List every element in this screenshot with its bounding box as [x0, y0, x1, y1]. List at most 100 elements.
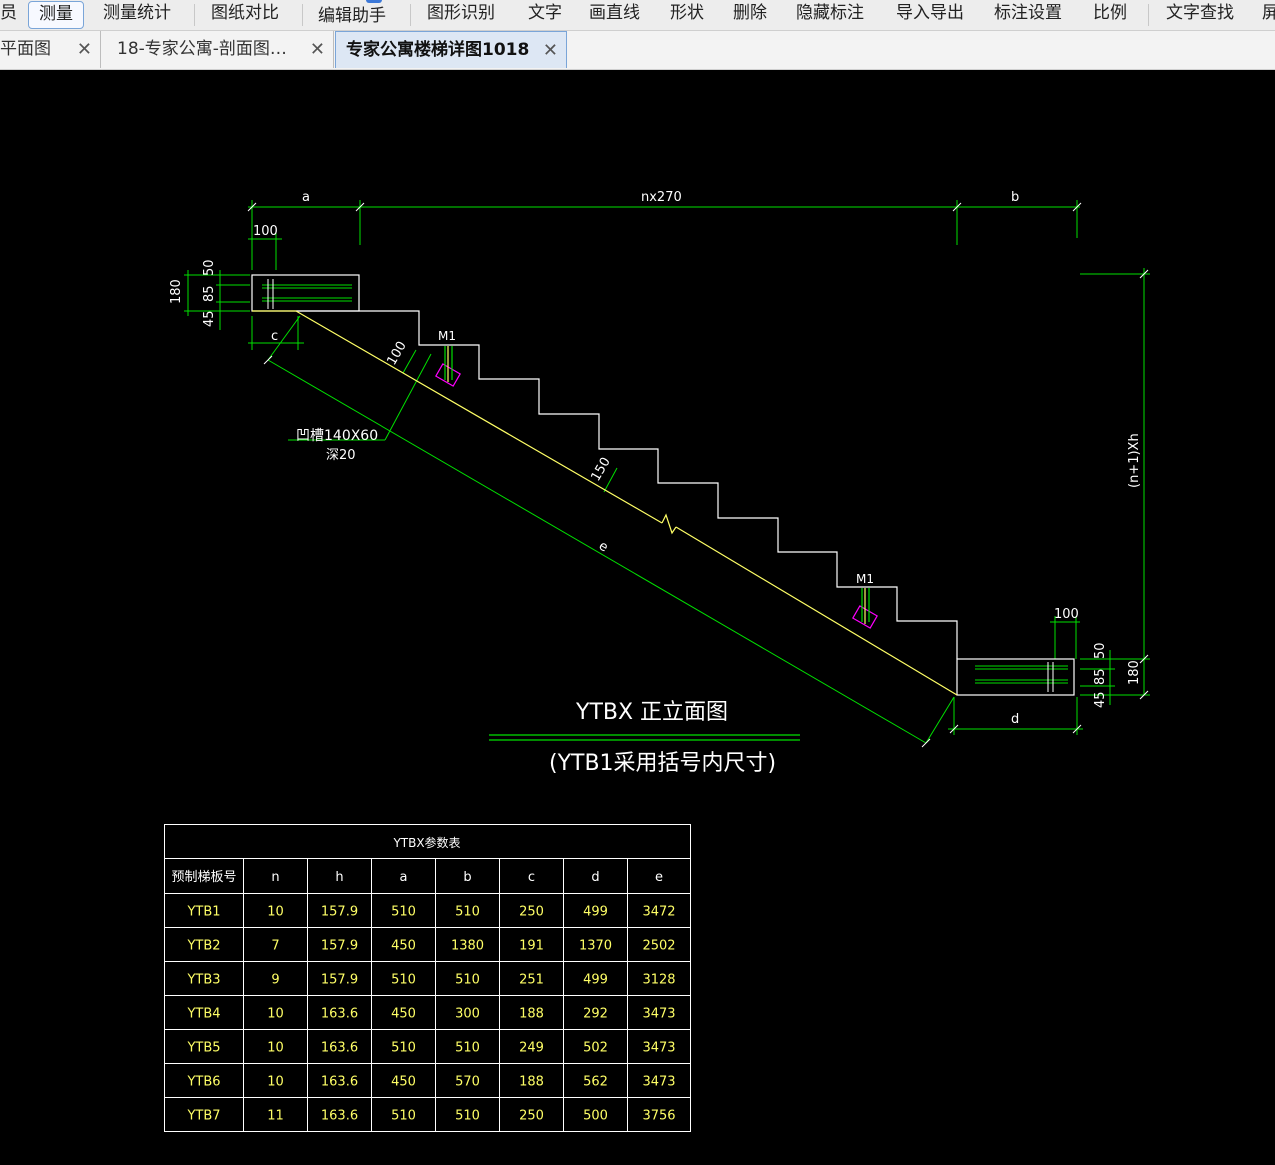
dim-d: d	[1011, 712, 1019, 727]
table-title: YTBX参数表	[392, 835, 460, 850]
close-icon[interactable]: ✕	[543, 32, 558, 69]
dimension-ticks	[247, 202, 1149, 748]
label-groove-depth: 深20	[326, 448, 356, 463]
table-cell: YTB7	[186, 1109, 220, 1124]
tab-label: 18-专家公寓-剖面图…	[117, 39, 287, 59]
table-cell: 3756	[642, 1109, 675, 1124]
toolbar-separator	[302, 4, 303, 26]
table-cell: 499	[583, 905, 608, 920]
table-cell: 163.6	[321, 1075, 358, 1090]
embed-m1-top	[435, 346, 461, 387]
toolbar-separator	[194, 4, 195, 26]
dim-85-left: 85	[202, 285, 217, 302]
dimension-lines	[184, 200, 1150, 744]
toolbar-compare-button[interactable]: 图纸对比	[211, 0, 279, 30]
dim-50-left: 50	[202, 259, 217, 276]
toolbar-import-export-button[interactable]: 导入导出	[896, 0, 964, 30]
table-cell: YTB4	[186, 1007, 220, 1022]
table-cell: 3473	[642, 1007, 675, 1022]
table-cell: 157.9	[321, 939, 358, 954]
dim-45-left: 45	[202, 310, 217, 327]
stair-steps	[359, 310, 958, 659]
table-cell: 11	[267, 1109, 284, 1124]
toolbar-scale-button[interactable]: 比例	[1093, 0, 1127, 30]
table-cell: 450	[391, 1075, 416, 1090]
table-cell: 300	[455, 1007, 480, 1022]
table-cell: 163.6	[321, 1007, 358, 1022]
cad-drawing: a nx270 b 100 50 180 85 45 c 100 M1 凹槽14…	[164, 190, 1150, 1132]
label-groove: 凹槽140X60	[296, 428, 378, 444]
toolbar-edit-assistant-button[interactable]: 编辑助手	[318, 3, 386, 30]
dim-a: a	[302, 190, 310, 205]
drawing-subtitle: (YTB1采用括号内尺寸)	[549, 751, 776, 776]
bottom-landing	[956, 658, 1075, 696]
dim-45-right: 45	[1093, 691, 1108, 708]
table-cell: YTB6	[186, 1075, 220, 1090]
table-cell: 450	[391, 939, 416, 954]
dimension-labels: a nx270 b 100 50 180 85 45 c 100 M1 凹槽14…	[169, 190, 1142, 727]
stair-slab	[252, 310, 958, 696]
tab-floor-plan[interactable]: 平面图 ✕	[0, 31, 101, 68]
toolbar-delete-button[interactable]: 删除	[733, 0, 767, 30]
table-cell: 510	[455, 973, 480, 988]
table-cell: 163.6	[321, 1109, 358, 1124]
table-header-cell: b	[463, 870, 471, 885]
table-header-cell: n	[271, 870, 279, 885]
toolbar-separator	[1148, 4, 1149, 26]
table-header-cell: 预制梯板号	[171, 870, 236, 885]
table-cell: 163.6	[321, 1041, 358, 1056]
tab-stair-detail[interactable]: 专家公寓楼梯详图1018 ✕	[335, 31, 567, 68]
table-cell: 157.9	[321, 973, 358, 988]
table-header-cell: e	[655, 870, 663, 885]
toolbar-separator	[410, 4, 411, 26]
table-cell: YTB1	[186, 905, 220, 920]
table-cell: 570	[455, 1075, 480, 1090]
table-cell: 499	[583, 973, 608, 988]
toolbar-text-button[interactable]: 文字	[528, 0, 562, 30]
tab-section-drawing[interactable]: 18-专家公寓-剖面图… ✕	[101, 31, 334, 68]
toolbar-hide-annotation-button[interactable]: 隐藏标注	[796, 0, 864, 30]
toolbar-text-search-button[interactable]: 文字查找	[1166, 0, 1234, 30]
table-cell: 249	[519, 1041, 544, 1056]
toolbar-item-member[interactable]: 员	[0, 0, 17, 30]
toolbar-draw-line-button[interactable]: 画直线	[589, 0, 640, 30]
toolbar-screen-button[interactable]: 屏	[1262, 0, 1275, 30]
table-cell: 3473	[642, 1075, 675, 1090]
table-header-cell: d	[591, 870, 599, 885]
table-header-cell: h	[335, 870, 343, 885]
toolbar-measure-stats-button[interactable]: 测量统计	[103, 0, 171, 30]
table-cell: 250	[519, 905, 544, 920]
embed-m1-bottom	[852, 588, 878, 629]
dim-150: 150	[588, 455, 613, 484]
table-cell: 500	[583, 1109, 608, 1124]
drawing-title: YTBX 正立面图	[575, 700, 728, 725]
table-cell: 3473	[642, 1041, 675, 1056]
table-cell: 10	[267, 1041, 284, 1056]
table-cell: 10	[267, 905, 284, 920]
table-cell: YTB3	[186, 973, 220, 988]
table-cell: YTB5	[186, 1041, 220, 1056]
parameter-table: YTBX参数表 预制梯板号 n h a b c d e YTB1 10 157.9 510 510 250…	[164, 824, 691, 1132]
toolbar-annotation-settings-button[interactable]: 标注设置	[994, 0, 1062, 30]
table-cell: 191	[519, 939, 544, 954]
dim-c: c	[271, 329, 278, 344]
close-icon[interactable]: ✕	[77, 31, 92, 68]
table-header-cell: c	[528, 870, 535, 885]
toolbar-shape-recognize-button[interactable]: 图形识别	[427, 0, 495, 30]
table-cell: 10	[267, 1075, 284, 1090]
table-cell: 188	[519, 1007, 544, 1022]
dim-180-right: 180	[1127, 660, 1142, 685]
dim-e: e	[596, 538, 610, 555]
bottom-landing-rebar	[975, 662, 1068, 692]
dim-nx270: nx270	[641, 190, 682, 205]
table-cell: 7	[271, 939, 279, 954]
toolbar-shape-button[interactable]: 形状	[670, 0, 704, 30]
toolbar-measure-button[interactable]: 测量	[28, 1, 84, 29]
table-cell: 510	[391, 1109, 416, 1124]
table-cell: 188	[519, 1075, 544, 1090]
table-cell: 3128	[642, 973, 675, 988]
drawing-canvas[interactable]: a nx270 b 100 50 180 85 45 c 100 M1 凹槽14…	[0, 70, 1275, 1161]
table-cell: 292	[583, 1007, 608, 1022]
close-icon[interactable]: ✕	[310, 31, 325, 68]
table-cell: 510	[391, 973, 416, 988]
